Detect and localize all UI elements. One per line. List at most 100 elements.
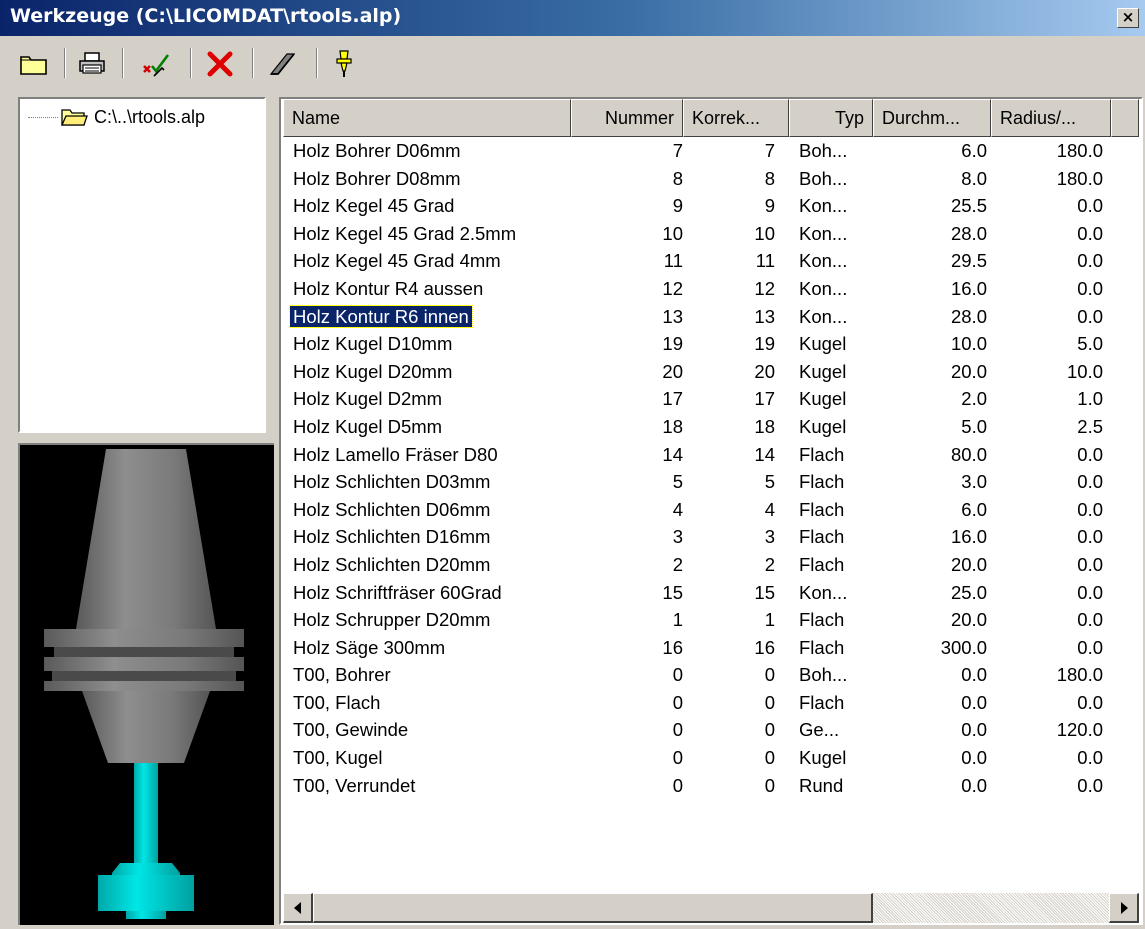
cell-durchmesser: 6.0 — [873, 496, 987, 524]
table-header: Name Nummer Korrek... Typ Durchm... Radi… — [283, 99, 1139, 137]
cell-radius-text: 0.0 — [1077, 305, 1103, 327]
cell-nummer-text: 11 — [663, 250, 683, 272]
table-row[interactable]: Holz Kontur R6 innen 13 13 Kon... 28.0 0.0 — [283, 303, 1139, 331]
tree-item-rtools[interactable]: C:\..\rtools.alp — [28, 105, 205, 129]
cell-typ: Boh... — [799, 661, 869, 689]
column-header-nummer[interactable]: Nummer — [571, 99, 683, 137]
cell-korrektur: 0 — [688, 716, 775, 744]
column-header-name[interactable]: Name — [283, 99, 571, 137]
cell-typ: Boh... — [799, 137, 869, 165]
cell-korrektur: 19 — [688, 330, 775, 358]
open-folder-button[interactable] — [14, 46, 54, 82]
cell-durchmesser-text: 0.0 — [961, 719, 987, 741]
tool-holder-button[interactable] — [324, 46, 364, 82]
cell-korrektur-text: 16 — [754, 636, 775, 658]
cell-typ-text: Kugel — [799, 333, 847, 355]
table-row[interactable]: Holz Kugel D10mm 19 19 Kugel 10.0 5.0 — [283, 330, 1139, 358]
cell-name-text: Holz Schriftfräser 60Grad — [293, 581, 502, 603]
file-tree[interactable]: C:\..\rtools.alp — [18, 97, 266, 433]
cell-typ-text: Flach — [799, 553, 845, 575]
cell-durchmesser-text: 8.0 — [961, 167, 987, 189]
cell-korrektur: 20 — [688, 358, 775, 386]
table-row[interactable]: Holz Kegel 45 Grad 2.5mm 10 10 Kon... 28.0 0.… — [283, 220, 1139, 248]
edit-button[interactable] — [262, 46, 302, 82]
table-row[interactable]: Holz Kugel D2mm 17 17 Kugel 2.0 1.0 — [283, 385, 1139, 413]
cell-durchmesser: 28.0 — [873, 220, 987, 248]
cell-name-text: Holz Kegel 45 Grad 4mm — [293, 250, 501, 272]
cell-radius-text: 0.0 — [1077, 747, 1103, 769]
cell-nummer-text: 2 — [672, 553, 683, 575]
cell-durchmesser: 300.0 — [873, 634, 987, 662]
cell-korrektur-text: 8 — [764, 167, 775, 189]
cell-nummer-text: 10 — [662, 222, 683, 244]
cell-durchmesser: 0.0 — [873, 716, 987, 744]
cell-radius: 0.0 — [993, 744, 1103, 772]
cell-nummer: 5 — [573, 468, 683, 496]
cell-korrektur: 1 — [688, 606, 775, 634]
open-folder-icon — [20, 56, 47, 75]
table-row[interactable]: Holz Schrupper D20mm 1 1 Flach 20.0 0.0 — [283, 606, 1139, 634]
table-row[interactable]: Holz Lamello Fräser D80 14 14 Flach 80.0 0.0 — [283, 441, 1139, 469]
cell-durchmesser: 0.0 — [873, 744, 987, 772]
column-header-durchmesser[interactable]: Durchm... — [873, 99, 991, 137]
cell-typ-text: Kon... — [799, 195, 848, 217]
table-row[interactable]: T00, Flach 0 0 Flach 0.0 0.0 — [283, 689, 1139, 717]
cell-durchmesser-text: 6.0 — [961, 140, 987, 161]
cell-durchmesser-text: 16.0 — [950, 526, 987, 548]
cell-nummer: 4 — [573, 496, 683, 524]
table-row[interactable]: Holz Kontur R4 aussen 12 12 Kon... 16.0 0.0 — [283, 275, 1139, 303]
cell-typ-text: Flach — [799, 471, 845, 493]
horizontal-scrollbar[interactable] — [283, 893, 1139, 923]
cell-radius-text: 0.0 — [1077, 691, 1103, 713]
cell-nummer-text: 0 — [672, 774, 683, 796]
cell-durchmesser-text: 2.0 — [961, 388, 987, 410]
table-row[interactable]: T00, Kugel 0 0 Kugel 0.0 0.0 — [283, 744, 1139, 772]
cell-name-text: Holz Kontur R6 innen — [289, 304, 473, 328]
cell-name: T00, Verrundet — [293, 772, 415, 800]
cell-name-text: Holz Kugel D20mm — [293, 360, 453, 382]
cell-durchmesser-text: 20.0 — [950, 360, 987, 382]
table-row[interactable]: T00, Gewinde 0 0 Ge... 0.0 120.0 — [283, 716, 1139, 744]
table-row[interactable]: T00, Bohrer 0 0 Boh... 0.0 180.0 — [283, 661, 1139, 689]
table-row[interactable]: Holz Schriftfräser 60Grad 15 15 Kon... 25.0 0… — [283, 579, 1139, 607]
table-row[interactable]: Holz Bohrer D06mm 7 7 Boh... 6.0 180.0 — [283, 137, 1139, 165]
scrollbar-thumb[interactable] — [313, 893, 873, 923]
cell-name-text: T00, Bohrer — [293, 664, 391, 686]
cell-korrektur-text: 3 — [764, 526, 775, 548]
cell-name: Holz Kugel D5mm — [293, 413, 442, 441]
tree-connector — [28, 116, 58, 118]
scroll-left-button[interactable] — [283, 893, 313, 923]
column-header-radius[interactable]: Radius/... — [991, 99, 1111, 137]
cell-durchmesser: 20.0 — [873, 551, 987, 579]
cell-korrektur: 8 — [688, 165, 775, 193]
print-button[interactable] — [72, 46, 112, 82]
column-header-korrektur[interactable]: Korrek... — [683, 99, 789, 137]
table-row[interactable]: Holz Säge 300mm 16 16 Flach 300.0 0.0 — [283, 634, 1139, 662]
delete-button[interactable] — [200, 46, 240, 82]
cell-name: T00, Gewinde — [293, 716, 408, 744]
table-row[interactable]: Holz Schlichten D03mm 5 5 Flach 3.0 0.0 — [283, 468, 1139, 496]
cell-name-text: Holz Schlichten D20mm — [293, 553, 491, 575]
table-row[interactable]: Holz Kugel D5mm 18 18 Kugel 5.0 2.5 — [283, 413, 1139, 441]
table-row[interactable]: Holz Kegel 45 Grad 9 9 Kon... 25.5 0.0 — [283, 192, 1139, 220]
table-row[interactable]: Holz Kegel 45 Grad 4mm 11 11 Kon... 29.5 0.0 — [283, 247, 1139, 275]
toolbar — [0, 38, 1145, 90]
table-row[interactable]: Holz Kugel D20mm 20 20 Kugel 20.0 10.0 — [283, 358, 1139, 386]
check-tool-button[interactable] — [136, 46, 176, 82]
cell-typ-text: Flach — [799, 526, 845, 548]
cell-korrektur: 18 — [688, 413, 775, 441]
column-header-typ[interactable]: Typ — [789, 99, 873, 137]
scroll-right-button[interactable] — [1109, 893, 1139, 923]
close-button[interactable]: × — [1117, 8, 1139, 28]
cell-korrektur-text: 2 — [764, 553, 775, 575]
table-row[interactable]: Holz Schlichten D06mm 4 4 Flach 6.0 0.0 — [283, 496, 1139, 524]
cell-name-text: Holz Kugel D10mm — [293, 333, 453, 355]
table-row[interactable]: Holz Bohrer D08mm 8 8 Boh... 8.0 180.0 — [283, 165, 1139, 193]
tool-list[interactable]: Name Nummer Korrek... Typ Durchm... Radi… — [279, 97, 1143, 925]
table-row[interactable]: Holz Schlichten D20mm 2 2 Flach 20.0 0.0 — [283, 551, 1139, 579]
table-row[interactable]: T00, Verrundet 0 0 Rund 0.0 0.0 — [283, 772, 1139, 800]
table-row[interactable]: Holz Schlichten D16mm 3 3 Flach 16.0 0.0 — [283, 523, 1139, 551]
cell-durchmesser: 16.0 — [873, 275, 987, 303]
cell-typ: Flach — [799, 606, 869, 634]
cell-name: Holz Kegel 45 Grad 4mm — [293, 247, 501, 275]
